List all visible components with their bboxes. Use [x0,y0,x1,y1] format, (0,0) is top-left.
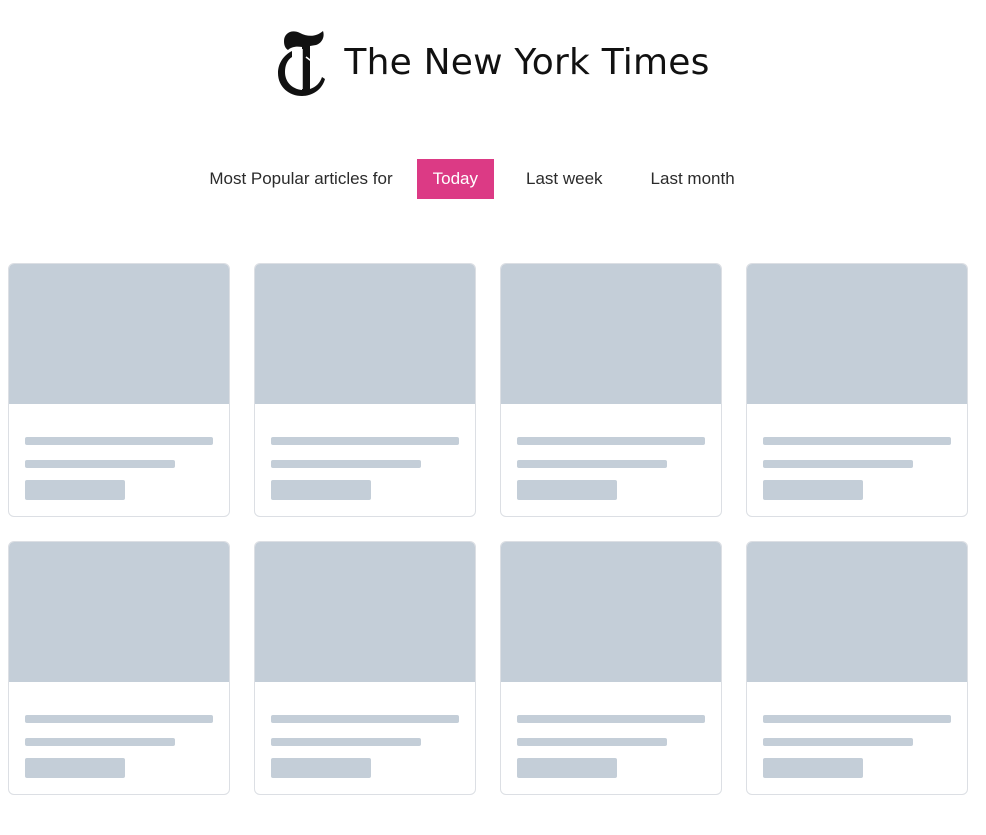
image-placeholder [747,264,967,404]
filter-last-month-button[interactable]: Last month [635,159,751,199]
article-card-skeleton [8,263,230,517]
title-placeholder [25,715,213,723]
meta-placeholder [517,758,617,778]
subtitle-placeholder [517,460,667,468]
title-placeholder [517,437,705,445]
filter-last-week-button[interactable]: Last week [510,159,619,199]
site-title: The New York Times [344,41,710,83]
meta-placeholder [25,758,125,778]
title-placeholder [271,437,459,445]
filter-today-button[interactable]: Today [416,159,494,199]
article-card-skeleton [8,541,230,795]
meta-placeholder [517,480,617,500]
subtitle-placeholder [25,460,175,468]
meta-placeholder [763,758,863,778]
image-placeholder [501,542,721,682]
image-placeholder [255,542,475,682]
subtitle-placeholder [763,460,913,468]
title-placeholder [271,715,459,723]
image-placeholder [747,542,967,682]
article-card-skeleton [254,541,476,795]
subtitle-placeholder [271,738,421,746]
article-card-skeleton [254,263,476,517]
article-card-skeleton [500,263,722,517]
meta-placeholder [271,758,371,778]
image-placeholder [255,264,475,404]
image-placeholder [501,264,721,404]
site-header: The New York Times [0,26,986,98]
title-placeholder [763,437,951,445]
image-placeholder [9,264,229,404]
subtitle-placeholder [763,738,913,746]
meta-placeholder [25,480,125,500]
article-card-skeleton [500,541,722,795]
subtitle-placeholder [271,460,421,468]
article-card-skeleton [746,263,968,517]
image-placeholder [9,542,229,682]
meta-placeholder [763,480,863,500]
title-placeholder [517,715,705,723]
title-placeholder [25,437,213,445]
nyt-t-logo-icon[interactable] [276,27,330,97]
period-filter: Most Popular articles for Today Last wee… [0,159,986,199]
filter-label: Most Popular articles for [209,169,393,188]
article-grid [8,263,968,795]
subtitle-placeholder [517,738,667,746]
meta-placeholder [271,480,371,500]
subtitle-placeholder [25,738,175,746]
article-card-skeleton [746,541,968,795]
title-placeholder [763,715,951,723]
